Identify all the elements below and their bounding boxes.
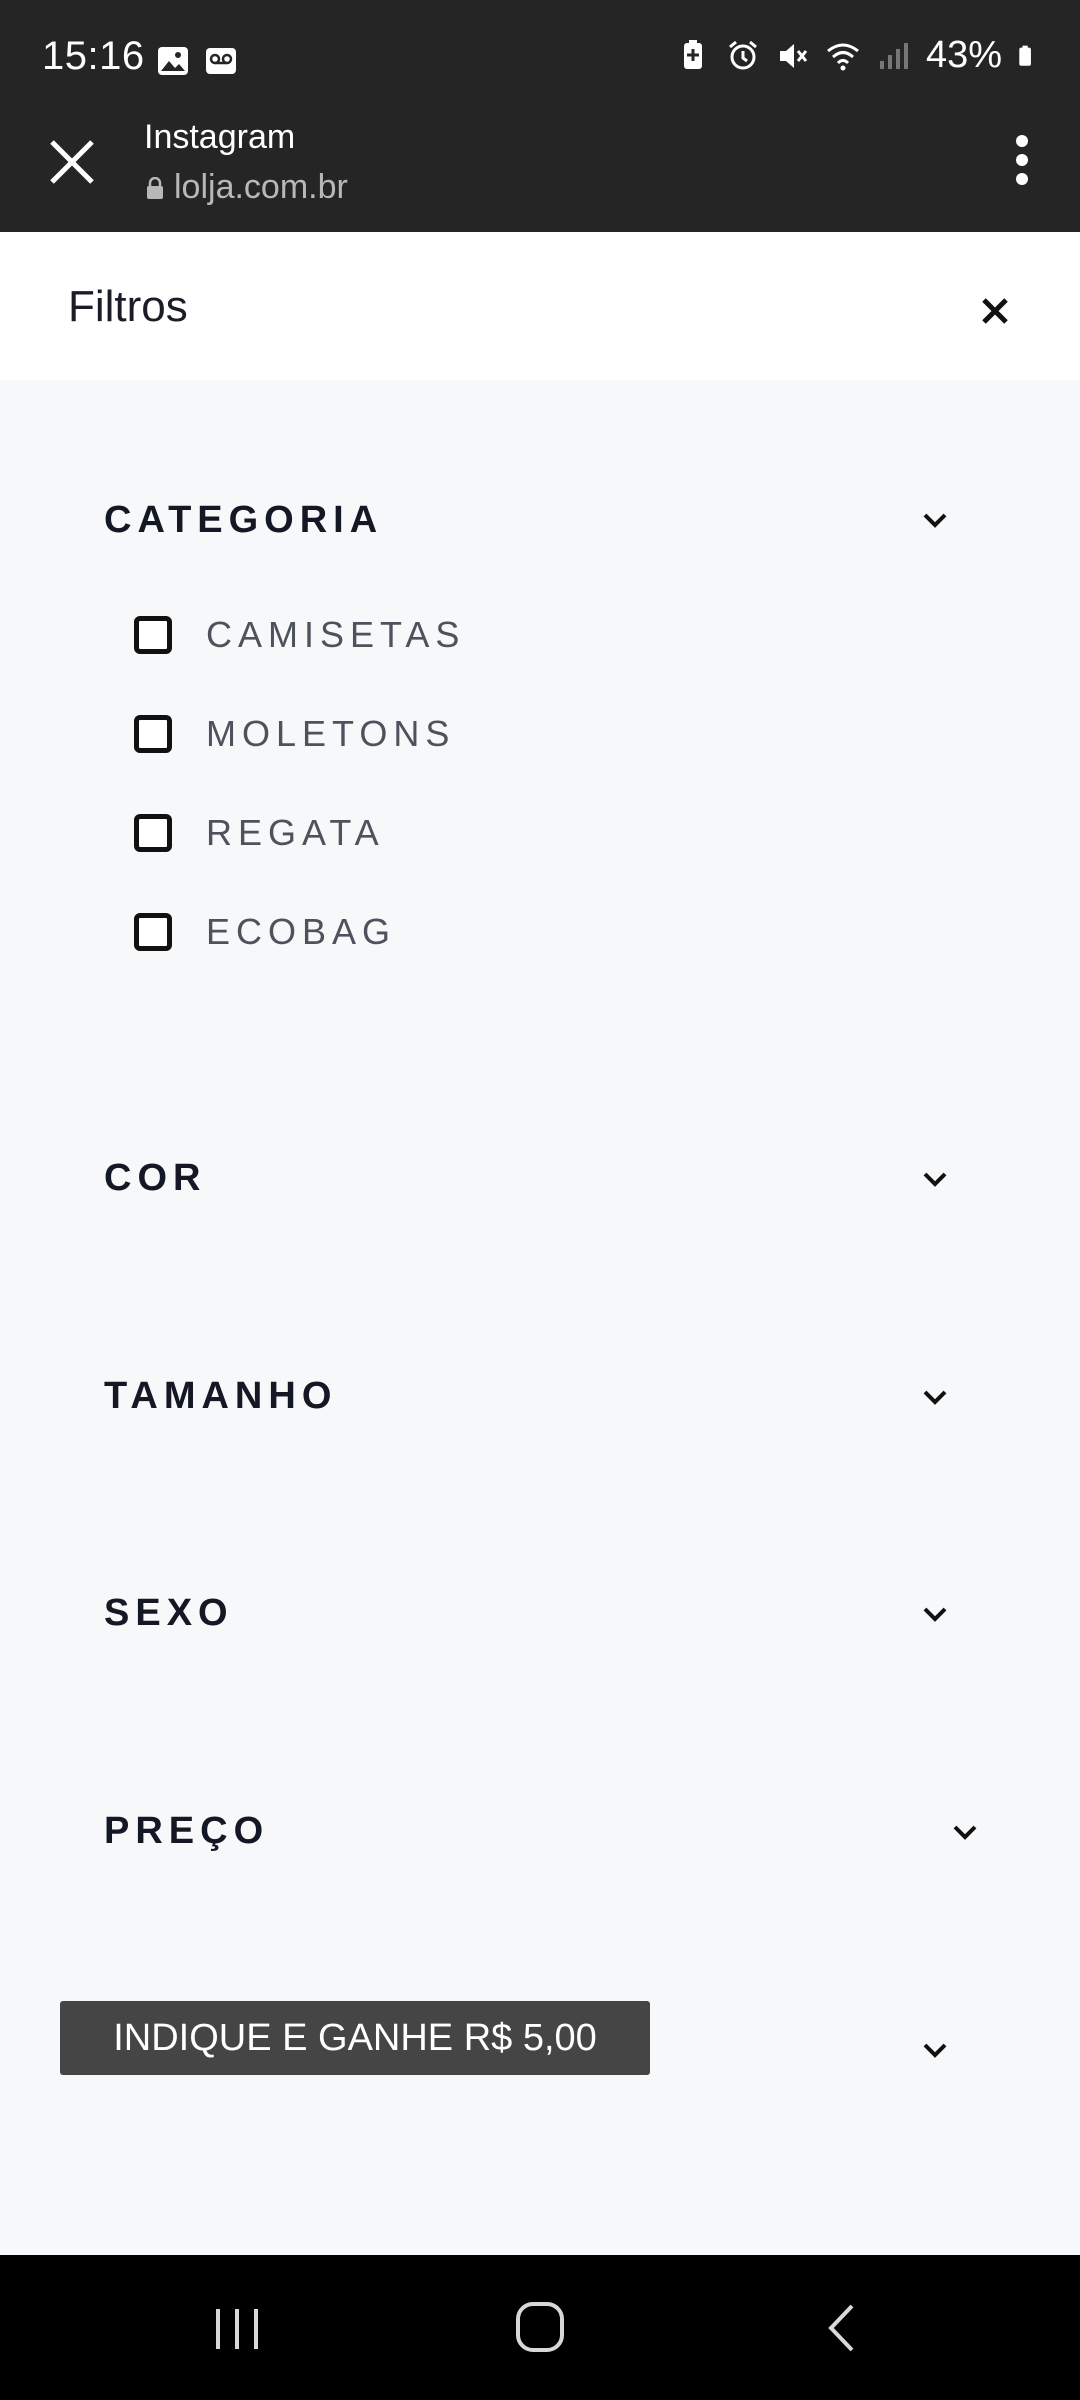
voicemail-icon (206, 48, 236, 74)
site-title: Instagram (144, 118, 296, 156)
chevron-down-icon[interactable] (950, 1822, 980, 1842)
checkbox[interactable] (134, 616, 172, 654)
browser-toolbar: Instagram lolja.com.br (0, 118, 1080, 232)
checkbox[interactable] (134, 715, 172, 753)
back-icon[interactable] (826, 2303, 856, 2353)
referral-banner[interactable]: INDIQUE E GANHE R$ 5,00 (60, 2001, 650, 2075)
filter-title: Filtros (68, 282, 188, 331)
status-bar: 15:16 43% (0, 0, 1080, 118)
category-option-camisetas[interactable]: CAMISETAS (134, 614, 465, 656)
section-title-sexo[interactable]: SEXO (104, 1592, 234, 1635)
recent-apps-icon[interactable] (212, 2305, 262, 2353)
chevron-down-icon[interactable] (920, 2040, 950, 2060)
filter-header: Filtros (0, 232, 1080, 380)
section-title-cor[interactable]: COR (104, 1157, 206, 1200)
lock-icon (147, 176, 163, 199)
signal-icon (879, 42, 908, 69)
checkbox[interactable] (134, 814, 172, 852)
alarm-icon (728, 40, 757, 69)
option-label: MOLETONS (206, 713, 456, 754)
close-icon[interactable] (46, 136, 98, 188)
site-url: lolja.com.br (174, 168, 348, 206)
section-title-preco[interactable]: PREÇO (104, 1810, 269, 1853)
site-url-wrap: lolja.com.br (146, 168, 348, 207)
status-time: 15:16 (42, 34, 145, 78)
category-option-regata[interactable]: REGATA (134, 812, 385, 854)
system-nav-bar (0, 2255, 1080, 2400)
image-icon (158, 47, 188, 75)
chevron-down-icon[interactable] (920, 1604, 950, 1624)
battery-percent: 43% (925, 34, 1002, 76)
mute-icon (779, 43, 808, 68)
home-icon[interactable] (515, 2301, 565, 2353)
option-label: CAMISETAS (206, 614, 466, 655)
chevron-down-icon[interactable] (920, 510, 950, 530)
checkbox[interactable] (134, 913, 172, 951)
battery-icon (1019, 45, 1031, 66)
section-title-tamanho[interactable]: TAMANHO (104, 1375, 337, 1418)
option-label: ECOBAG (206, 911, 397, 952)
chevron-down-icon[interactable] (920, 1169, 950, 1189)
more-options-icon[interactable] (1014, 134, 1030, 186)
section-title-categoria[interactable]: CATEGORIA (104, 499, 383, 542)
option-label: REGATA (206, 812, 385, 853)
category-option-ecobag[interactable]: ECOBAG (134, 911, 396, 953)
battery-saver-icon (683, 39, 702, 69)
category-option-moletons[interactable]: MOLETONS (134, 713, 455, 755)
chevron-down-icon[interactable] (920, 1387, 950, 1407)
close-filters-icon[interactable] (980, 296, 1010, 326)
wifi-icon (827, 43, 859, 70)
